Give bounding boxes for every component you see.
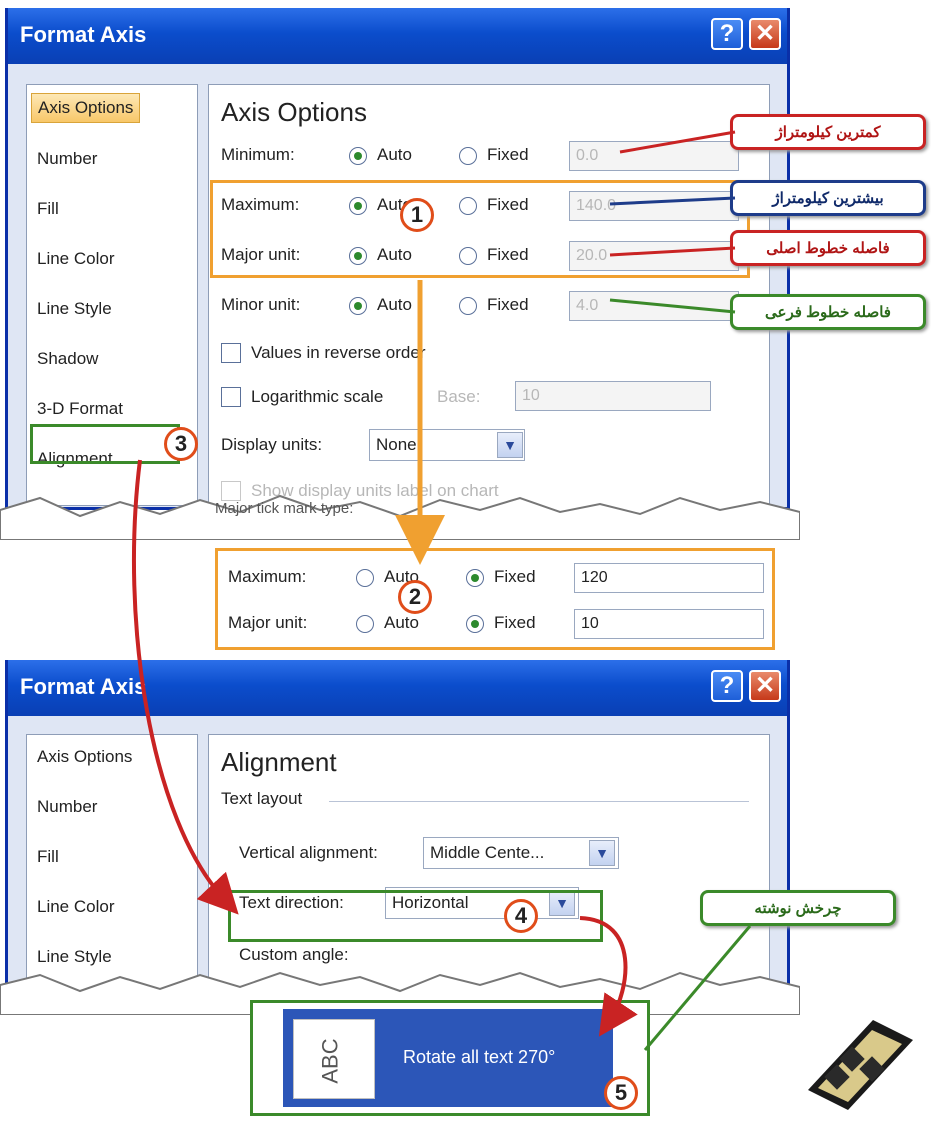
connector-maximum: [609, 196, 736, 206]
connector-minimum: [619, 130, 736, 154]
red-arrow-alignment: [132, 459, 239, 915]
annotation-arrows: [132, 130, 752, 1051]
connector-major: [609, 246, 736, 257]
connector-minor: [609, 298, 736, 314]
connector-rotate: [643, 925, 752, 1051]
film-reel-icon: [798, 1010, 918, 1110]
red-arrow-dropdown: [579, 916, 638, 1037]
